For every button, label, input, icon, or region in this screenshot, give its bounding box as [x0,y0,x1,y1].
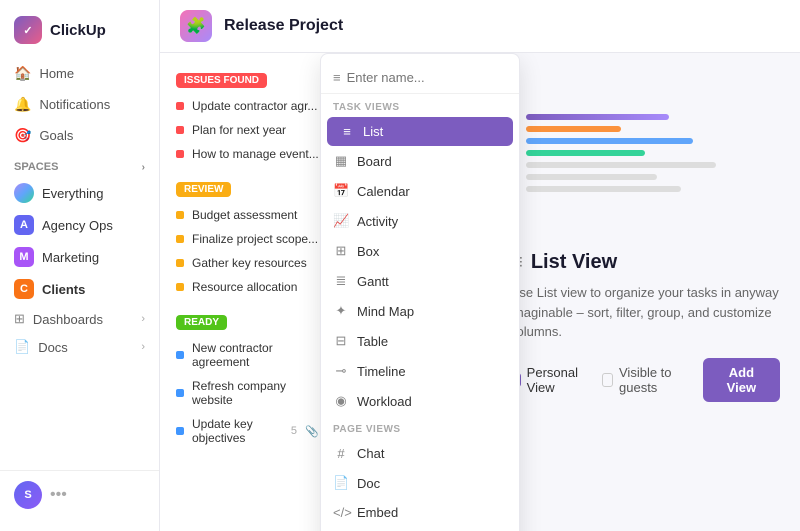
view-title-container: ≡ List View [510,249,780,275]
menu-item-box[interactable]: ⊞ Box [321,236,519,266]
dashboards-icon: ⊞ [14,311,25,327]
task-dot-red [176,150,184,158]
logo: ✓ ClickUp [0,12,159,58]
page-views-label: PAGE VIEWS [321,416,519,439]
view-actions: ✓ Personal View Visible to guests Add Vi… [510,358,780,402]
logo-text: ClickUp [50,22,106,39]
logo-icon: ✓ [14,16,42,44]
add-view-button[interactable]: Add View [703,358,780,402]
preview-bar-gray3 [526,186,681,192]
menu-item-doc[interactable]: 📄 Doc [321,468,519,498]
content-area: ISSUES FOUND Update contractor agr... Pl… [160,53,800,531]
home-icon: 🏠 [14,65,31,82]
preview-bar-green [526,150,645,156]
task-dot-red [176,102,184,110]
list-menu-icon: ≡ [339,124,355,139]
user-avatar: S [14,481,42,509]
embed-icon: </> [333,505,349,520]
personal-view-checkbox-label: ✓ Personal View [510,365,590,395]
chevron-right-icon: › [141,313,145,325]
right-panel: ≡ List View Use List view to organize yo… [490,53,800,531]
everything-icon [14,183,34,203]
dropdown-menu: ≡ TASK VIEWS ≡ List ▦ Board 📅 Calendar 📈… [320,53,520,531]
chat-icon: # [333,446,349,461]
board-icon: ▦ [333,153,349,169]
view-description: Use List view to organize your tasks in … [510,283,780,342]
task-dot-blue [176,427,184,435]
sidebar-item-clients[interactable]: C Clients [0,273,159,305]
sidebar-item-notifications[interactable]: 🔔 Notifications [0,89,159,120]
main-content: 🧩 Release Project ISSUES FOUND Update co… [160,0,800,531]
marketing-avatar: M [14,247,34,267]
docs-icon: 📄 [14,339,30,355]
menu-item-mind-map[interactable]: ✦ Mind Map [321,296,519,326]
sidebar-item-goals[interactable]: 🎯 Goals [0,120,159,151]
preview-bar-accent [526,114,669,120]
menu-item-timeline[interactable]: ⊸ Timeline [321,356,519,386]
clients-avatar: C [14,279,34,299]
menu-item-list[interactable]: ≡ List [327,117,513,146]
project-title: Release Project [224,17,343,35]
task-dot-yellow [176,283,184,291]
sidebar-item-everything[interactable]: Everything [0,177,159,209]
dropdown-input-area: ≡ [321,62,519,94]
goals-icon: 🎯 [14,127,31,144]
sidebar-item-marketing[interactable]: M Marketing [0,241,159,273]
task-views-label: TASK VIEWS [321,94,519,117]
menu-item-form[interactable]: ✎ Form [321,527,519,531]
sidebar: ✓ ClickUp 🏠 Home 🔔 Notifications 🎯 Goals… [0,0,160,531]
sidebar-item-home[interactable]: 🏠 Home [0,58,159,89]
view-preview [510,73,780,233]
sidebar-item-docs[interactable]: 📄 Docs › [0,333,159,361]
preview-bar-blue [526,138,693,144]
task-dot-yellow [176,211,184,219]
preview-bar-orange [526,126,621,132]
spaces-section-header: Spaces › [0,151,159,177]
chevron-right-icon-docs: › [141,341,145,353]
task-dot-yellow [176,259,184,267]
task-dot-blue [176,389,184,397]
task-dot-yellow [176,235,184,243]
activity-icon: 📈 [333,213,349,229]
bell-icon: 🔔 [14,96,31,113]
task-dot-red [176,126,184,134]
calendar-menu-icon: 📅 [333,183,349,199]
view-info: ≡ List View Use List view to organize yo… [510,249,780,342]
timeline-icon: ⊸ [333,363,349,379]
view-name-input[interactable] [347,70,523,85]
project-icon: 🧩 [180,10,212,42]
list-icon: ≡ [333,70,341,85]
clip-icon: 📎 [305,425,319,438]
box-icon: ⊞ [333,243,349,259]
sidebar-footer: S ••• [0,470,159,519]
user-dots-icon: ••• [50,486,67,504]
preview-bar-gray [526,162,716,168]
chevron-icon: › [142,162,145,173]
menu-item-table[interactable]: ⊟ Table [321,326,519,356]
menu-item-workload[interactable]: ◉ Workload [321,386,519,416]
task-dot-blue [176,351,184,359]
guest-view-checkbox-label: Visible to guests [602,365,691,395]
menu-item-embed[interactable]: </> Embed [321,498,519,527]
sidebar-item-agency-ops[interactable]: A Agency Ops [0,209,159,241]
menu-item-activity[interactable]: 📈 Activity [321,206,519,236]
menu-item-board[interactable]: ▦ Board [321,146,519,176]
sidebar-item-dashboards[interactable]: ⊞ Dashboards › [0,305,159,333]
menu-item-gantt[interactable]: ≣ Gantt [321,266,519,296]
main-header: 🧩 Release Project [160,0,800,53]
menu-item-calendar[interactable]: 📅 Calendar [321,176,519,206]
mind-map-icon: ✦ [333,303,349,319]
table-icon: ⊟ [333,333,349,349]
agency-ops-avatar: A [14,215,34,235]
doc-icon: 📄 [333,475,349,491]
menu-item-chat[interactable]: # Chat [321,439,519,468]
gantt-icon: ≣ [333,273,349,289]
preview-bar-gray2 [526,174,657,180]
guest-view-checkbox[interactable] [602,373,613,387]
workload-icon: ◉ [333,393,349,409]
